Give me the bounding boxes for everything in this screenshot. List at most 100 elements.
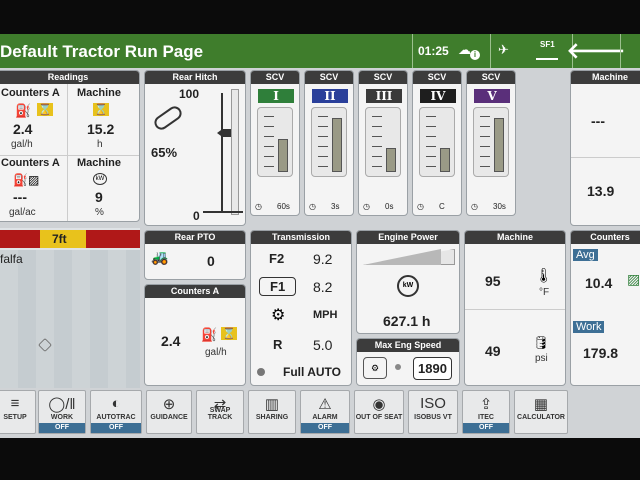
counters-a-label: Counters A xyxy=(1,157,60,169)
scv-tick xyxy=(426,126,436,127)
area-rate-icon: ▨ xyxy=(627,271,640,287)
scv-header: SCV xyxy=(359,71,407,84)
button-status: OFF xyxy=(39,423,85,433)
scv-timer: C xyxy=(439,202,445,211)
menu-icon: ≡ xyxy=(10,395,20,412)
hitch-actual-marker xyxy=(203,211,243,217)
oil-can-icon: 🛢 xyxy=(533,335,550,350)
scv-card-iv[interactable]: SCV IV ◷ C xyxy=(412,70,462,216)
button-label: SHARING xyxy=(255,414,289,421)
scv-tick xyxy=(318,166,328,167)
oil-pressure-unit: psi xyxy=(535,353,548,364)
scv-tick xyxy=(480,146,490,147)
scv-tick xyxy=(372,116,382,117)
title-divider xyxy=(620,34,621,68)
scv-card-ii[interactable]: SCV II ◷ 3s xyxy=(304,70,354,216)
max-eng-speed-card[interactable]: Max Eng Speed ⚙ 1890 xyxy=(356,338,460,386)
scv-flow-fill xyxy=(278,139,288,172)
sharing-button[interactable]: ▥ SHARING xyxy=(248,390,296,434)
guidance-button[interactable]: ⊕ GUIDANCE xyxy=(146,390,192,434)
right-machine-value-2: 13.9 xyxy=(587,183,615,199)
info-icon[interactable]: i xyxy=(470,50,480,60)
calculator-button[interactable]: ▦ CALCULATOR xyxy=(514,390,568,434)
machine-card[interactable]: Machine 95 🌡 °F 49 🛢 psi xyxy=(464,230,566,386)
rear-pto-header: Rear PTO xyxy=(145,231,245,244)
title-divider xyxy=(490,34,491,68)
right-machine-value-1: --- xyxy=(591,113,605,129)
transmission-card[interactable]: Transmission F2 9.2 F1 8.2 ⚙ MPH R 5.0 F… xyxy=(250,230,352,386)
scv-numeral: I xyxy=(258,89,294,103)
out-of-seat-button[interactable]: ◉ OUT OF SEAT xyxy=(354,390,404,434)
counters-right-card[interactable]: Counters Avg 10.4 ▨ Work 179.8 xyxy=(570,230,640,386)
max-eng-speed-header: Max Eng Speed xyxy=(357,339,459,352)
readings-header: Readings xyxy=(0,71,139,84)
setup-button[interactable]: ≡ SETUP xyxy=(0,390,36,434)
button-label: WORK xyxy=(50,414,74,421)
scv-tick xyxy=(372,166,382,167)
isobus-icon: ISO xyxy=(420,395,446,412)
timer-icon: ◷ xyxy=(255,202,262,211)
gear-f2-speed: 9.2 xyxy=(313,251,333,267)
scv-flow-fill xyxy=(440,148,450,172)
coolant-temp-unit: °F xyxy=(539,287,550,298)
engine-speed-icon[interactable]: ⚙ xyxy=(363,357,387,379)
oil-pressure-value: 49 xyxy=(485,343,501,359)
scv-card-iii[interactable]: SCV III ◷ 0s xyxy=(358,70,408,216)
readings-card[interactable]: Readings Counters A ⛽ ⌛ 2.4 gal/h Machin… xyxy=(0,70,140,222)
scv-tick xyxy=(318,156,328,157)
button-label: AUTOTRAC xyxy=(96,414,136,421)
counters-a-card[interactable]: Counters A 2.4 ⛽ ⌛ gal/h xyxy=(144,284,246,386)
satellite-icon[interactable]: ✈ xyxy=(498,42,509,58)
swap-track-button[interactable]: ⇄ SWAP TRACK xyxy=(196,390,244,434)
button-label: ISOBUS VT xyxy=(414,414,452,421)
itec-button[interactable]: ⇪ ITEC OFF xyxy=(462,390,510,434)
timer-icon: ◷ xyxy=(363,202,370,211)
speed-indicator-icon xyxy=(395,364,401,370)
hitch-max-label: 100 xyxy=(179,87,200,101)
scv-timer: 3s xyxy=(331,202,340,211)
alarm-button[interactable]: ⚠ ALARM OFF xyxy=(300,390,350,434)
scv-flow-fill xyxy=(332,118,342,172)
scv-tick xyxy=(372,136,382,137)
scv-flow-fill xyxy=(494,118,504,172)
engine-load-value: 9 xyxy=(95,189,103,205)
hourglass-icon: ⌛ xyxy=(37,103,53,116)
field-area[interactable] xyxy=(0,250,140,388)
work-toggle-icon: ◯/‖ xyxy=(48,396,76,413)
scv-card-v[interactable]: SCV V ◷ 30s xyxy=(466,70,516,216)
coolant-temp-icon: 🌡 xyxy=(535,267,553,283)
map-panel[interactable]: 7ft falfa xyxy=(0,228,140,388)
scv-numeral: IV xyxy=(420,89,456,103)
scv-tick xyxy=(264,166,274,167)
work-button[interactable]: ◯/‖ WORK OFF xyxy=(38,390,86,434)
button-label: OUT OF SEAT xyxy=(355,414,403,421)
speed-unit: MPH xyxy=(313,309,338,321)
engine-power-card[interactable]: Engine Power kW 627.1 h xyxy=(356,230,460,334)
hitch-min-label: 0 xyxy=(193,209,200,223)
autotrac-button[interactable]: ◐ AUTOTRAC OFF xyxy=(90,390,142,434)
arrow-left-icon: 🡐 xyxy=(566,38,626,63)
scv-card-i[interactable]: SCV I ◷ 60s xyxy=(250,70,300,216)
fuel-pump-icon: ⛽ xyxy=(15,103,32,118)
scv-tick xyxy=(426,156,436,157)
rear-pto-card[interactable]: Rear PTO 🚜 0 xyxy=(144,230,246,280)
right-machine-header: Machine xyxy=(571,71,640,84)
max-eng-speed-value[interactable]: 1890 xyxy=(413,357,452,380)
back-button[interactable]: 🡐 xyxy=(567,34,626,68)
engine-kw-icon: kW xyxy=(397,275,419,297)
fuel-pump-icon: ⛽ xyxy=(201,327,218,342)
isobus-vt-button[interactable]: ISO ISOBUS VT xyxy=(408,390,458,434)
scv-flow-gauge xyxy=(311,107,347,177)
timer-icon: ◷ xyxy=(471,202,478,211)
machine-header: Machine xyxy=(465,231,565,244)
scv-flow-gauge xyxy=(365,107,401,177)
rear-hitch-card[interactable]: Rear Hitch 100 0 65% xyxy=(144,70,246,226)
hourglass-icon: ⌛ xyxy=(93,103,109,116)
hitch-gauge-bar xyxy=(231,89,239,215)
scv-tick xyxy=(318,136,328,137)
right-machine-card[interactable]: Machine --- 13.9 xyxy=(570,70,640,226)
counters-a-label: Counters A xyxy=(1,87,60,99)
scv-flow-gauge xyxy=(419,107,455,177)
scv-tick xyxy=(264,136,274,137)
scv-flow-gauge xyxy=(473,107,509,177)
